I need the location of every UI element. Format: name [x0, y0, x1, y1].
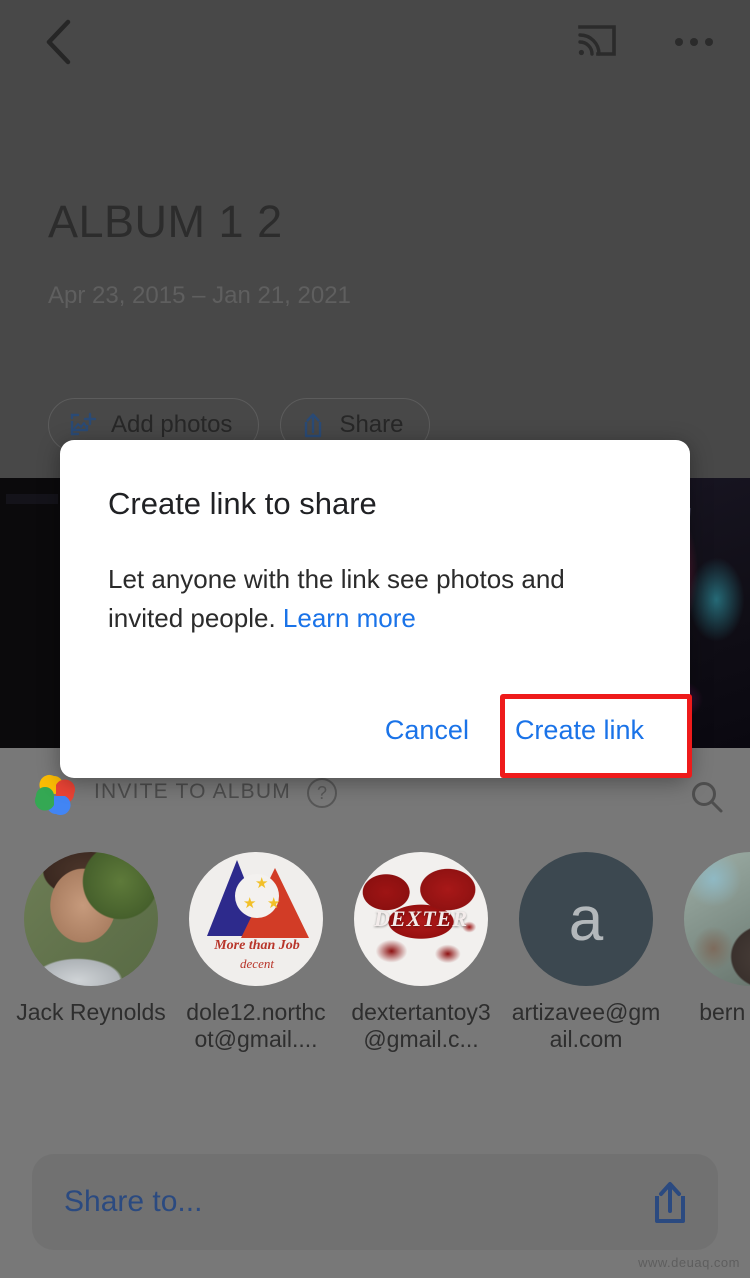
contact-item[interactable]: Jack Reynolds — [16, 852, 166, 1062]
contact-name: artizavee@gmail.com — [511, 999, 661, 1052]
add-photos-icon — [69, 412, 97, 438]
cast-button[interactable] — [572, 17, 622, 67]
app-screen: ALBUM 1 2 Apr 23, 2015 – Jan 21, 2021 Ad… — [0, 0, 750, 1278]
contact-item[interactable]: DEXTER dextertantoy3@gmail.c... — [351, 852, 491, 1062]
avatar: ★ ★ ★ More than Job decent — [189, 852, 323, 986]
google-photos-logo — [32, 772, 78, 818]
avatar — [24, 852, 158, 986]
contact-item[interactable]: ★ ★ ★ More than Job decent dole12.northc… — [186, 852, 326, 1062]
upload-share-icon — [648, 1177, 692, 1227]
add-photos-label: Add photos — [111, 411, 233, 438]
contact-name: bern paga — [699, 999, 750, 1025]
avatar-text: DEXTER — [373, 906, 469, 931]
watermark: www.deuaq.com — [638, 1255, 740, 1270]
contact-name: Jack Reynolds — [16, 999, 166, 1025]
contacts-row[interactable]: Jack Reynolds ★ ★ ★ More than Job decent… — [0, 852, 750, 1062]
back-arrow-icon — [43, 19, 73, 65]
create-link-button[interactable]: Create link — [495, 701, 664, 760]
photo-thumbnail-left — [6, 494, 58, 504]
avatar: DEXTER — [354, 852, 488, 986]
avatar: a — [519, 852, 653, 986]
back-button[interactable] — [34, 18, 82, 66]
invite-to-album-label: INVITE TO ALBUM — [94, 780, 291, 803]
dialog-action-row: Cancel Create link — [365, 701, 664, 760]
search-icon — [689, 779, 725, 820]
album-date-range: Apr 23, 2015 – Jan 21, 2021 — [48, 282, 351, 309]
cancel-button[interactable]: Cancel — [365, 701, 489, 760]
share-icon — [301, 411, 325, 439]
share-to-label: Share to... — [64, 1185, 203, 1218]
learn-more-link[interactable]: Learn more — [283, 603, 416, 633]
cast-icon — [576, 21, 618, 64]
contact-name: dextertantoy3@gmail.c... — [351, 999, 491, 1052]
contact-item[interactable]: a artizavee@gmail.com — [512, 852, 660, 1062]
more-options-icon — [675, 33, 713, 51]
create-link-dialog: Create link to share Let anyone with the… — [60, 440, 690, 778]
album-title: ALBUM 1 2 — [48, 196, 283, 247]
help-icon[interactable]: ? — [307, 778, 337, 808]
avatar — [684, 852, 750, 986]
share-to-button[interactable]: Share to... — [32, 1154, 718, 1250]
more-options-button[interactable] — [668, 17, 720, 67]
search-button[interactable] — [684, 776, 730, 822]
app-bar — [0, 0, 750, 82]
contact-name: dole12.northcot@gmail.... — [186, 999, 326, 1052]
share-label: Share — [339, 411, 404, 438]
dialog-title: Create link to share — [108, 486, 377, 521]
contact-item[interactable]: bern paga — [684, 852, 750, 1062]
dialog-message: Let anyone with the link see photos and … — [108, 560, 646, 638]
